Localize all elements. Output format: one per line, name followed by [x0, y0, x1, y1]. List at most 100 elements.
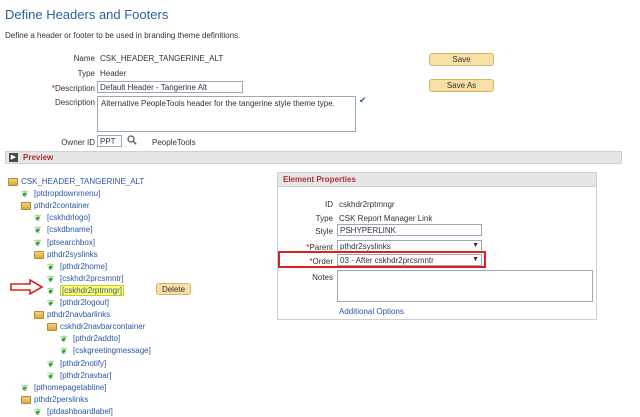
leaf-icon: ❦: [34, 224, 42, 235]
leaf-icon: ❦: [47, 261, 55, 272]
tree-item-label: [ptdashboardlabel]: [47, 407, 113, 416]
folder-open-icon: [47, 322, 57, 331]
folder-open-icon: [21, 201, 31, 210]
tree-item[interactable]: ❦ [pthomepagetabline]: [21, 383, 107, 392]
ep-parent-value: pthdr2syslinks: [340, 242, 391, 251]
tree-item[interactable]: ❦ [cskhdr2prcsmntr]: [47, 274, 124, 283]
description-label: *Description: [51, 84, 95, 93]
delete-button[interactable]: Delete: [156, 283, 191, 295]
tree-item-label: [pthdr2addto]: [73, 334, 121, 343]
ep-order-label-text: Order: [312, 257, 333, 266]
tree-item-label: [ptdropdownmenu]: [34, 189, 101, 198]
description-input[interactable]: Default Header - Tangerine Alt: [97, 81, 243, 93]
tree-item[interactable]: pthdr2syslinks: [34, 250, 98, 259]
tree-item-label: [pthdr2home]: [60, 262, 108, 271]
preview-toggle-icon[interactable]: ▶: [9, 153, 18, 162]
name-value: CSK_HEADER_TANGERINE_ALT: [100, 54, 224, 63]
leaf-icon: ❦: [34, 237, 42, 248]
tree-item[interactable]: cskhdr2navbarcontainer: [47, 322, 145, 331]
tree-item-label: [cskgreetingmessage]: [73, 346, 151, 355]
preview-section-header[interactable]: ▶ Preview: [5, 151, 622, 164]
long-description-textarea[interactable]: Alternative PeopleTools header for the t…: [97, 96, 356, 132]
tree-item[interactable]: ❦ [ptdropdownmenu]: [21, 189, 100, 198]
leaf-icon: ❦: [47, 297, 55, 308]
tree-item[interactable]: ❦ [cskhdrlogo]: [34, 213, 90, 222]
folder-open-icon: [34, 310, 44, 319]
type-label: Type: [77, 69, 95, 78]
tree-item[interactable]: ❦ [pthdr2home]: [47, 262, 107, 271]
tree-item-label: [pthomepagetabline]: [34, 383, 107, 392]
leaf-icon: ❦: [60, 345, 68, 356]
leaf-icon: ❦: [60, 333, 68, 344]
ep-notes-label: Notes: [312, 273, 333, 282]
page-title: Define Headers and Footers: [5, 7, 169, 22]
tree-item[interactable]: ❦ [cskhdr2rptmngr]: [47, 285, 125, 296]
tree-item-label: [pthdr2navbar]: [60, 371, 112, 380]
element-properties-title: Element Properties: [283, 175, 356, 184]
tree-item[interactable]: ❦ [cskdbname]: [34, 225, 92, 234]
ep-type-label: Type: [315, 214, 333, 223]
tree-item-label: cskhdr2navbarcontainer: [60, 322, 146, 331]
folder-open-icon: [21, 395, 31, 404]
leaf-icon: ❦: [47, 358, 55, 369]
owner-input[interactable]: PPT: [97, 135, 122, 147]
ep-style-input[interactable]: PSHYPERLINK: [337, 224, 482, 236]
ep-type-value: CSK Report Manager Link: [339, 214, 433, 223]
tree-item-label: [cskhdr2rptmngr]: [60, 285, 125, 296]
tree-item[interactable]: ❦ [pthdr2notify]: [47, 359, 106, 368]
owner-label: Owner ID: [61, 138, 95, 147]
tree-item[interactable]: ❦ [pthdr2addto]: [60, 334, 120, 343]
chevron-down-icon: ▼: [472, 242, 479, 249]
spellcheck-icon[interactable]: ✔: [359, 95, 367, 106]
ep-notes-textarea[interactable]: [337, 270, 593, 302]
tree-item-label: [cskhdr2prcsmntr]: [60, 274, 124, 283]
owner-description: PeopleTools: [152, 138, 196, 147]
tree-item-label: [pthdr2logout]: [60, 298, 109, 307]
tree-item-label: pthdr2navbarlinks: [47, 310, 111, 319]
save-button[interactable]: Save: [429, 53, 494, 66]
leaf-icon: ❦: [21, 188, 29, 199]
red-arrow-icon: [10, 278, 44, 296]
tree-item[interactable]: ❦ [pthdr2navbar]: [47, 371, 112, 380]
ep-order-value: 03 - After cskhdr2prcsmntr: [340, 256, 434, 265]
tree-item-label: [pthdr2notify]: [60, 359, 107, 368]
leaf-icon: ❦: [21, 382, 29, 393]
type-value: Header: [100, 69, 127, 78]
tree-item[interactable]: pthdr2navbarlinks: [34, 310, 110, 319]
tree-item-label: [cskdbname]: [47, 225, 93, 234]
description-label-text: Description: [54, 84, 95, 93]
additional-options-link[interactable]: Additional Options: [339, 307, 404, 316]
tree-item-label: pthdr2syslinks: [47, 250, 98, 259]
folder-open-icon: [34, 250, 44, 259]
leaf-icon: ❦: [47, 370, 55, 381]
tree-item[interactable]: ❦ [pthdr2logout]: [47, 298, 109, 307]
ep-id-label: ID: [325, 200, 333, 209]
chevron-down-icon: ▼: [472, 256, 479, 263]
lookup-icon[interactable]: [127, 135, 137, 145]
page-subtitle: Define a header or footer to be used in …: [5, 31, 241, 40]
ep-order-label: *Order: [309, 257, 333, 266]
folder-open-icon: [8, 177, 18, 186]
tree-root[interactable]: CSK_HEADER_TANGERINE_ALT: [8, 177, 144, 186]
tree-item-label: pthdr2perslinks: [34, 395, 89, 404]
tree-item-label: [ptsearchbox]: [47, 238, 96, 247]
tree-item[interactable]: pthdr2container: [21, 201, 90, 210]
element-properties-header: Element Properties: [278, 173, 596, 187]
tree-item-label: pthdr2container: [34, 201, 90, 210]
long-description-label: Description: [54, 98, 95, 107]
tree-item[interactable]: ❦ [ptsearchbox]: [34, 238, 95, 247]
leaf-icon: ❦: [47, 285, 55, 296]
tree-item-label: [cskhdrlogo]: [47, 213, 91, 222]
preview-label: Preview: [23, 153, 54, 162]
leaf-icon: ❦: [47, 273, 55, 284]
tree-item[interactable]: ❦ [ptdashboardlabel]: [34, 407, 113, 416]
tree-item[interactable]: pthdr2perslinks: [21, 395, 88, 404]
name-label: Name: [73, 54, 95, 63]
leaf-icon: ❦: [34, 212, 42, 223]
ep-order-select[interactable]: 03 - After cskhdr2prcsmntr ▼: [337, 254, 482, 266]
leaf-icon: ❦: [34, 406, 42, 417]
tree-root-label: CSK_HEADER_TANGERINE_ALT: [21, 177, 145, 186]
save-as-button[interactable]: Save As: [429, 79, 494, 92]
tree-item[interactable]: ❦ [cskgreetingmessage]: [60, 346, 151, 355]
ep-id-value: cskhdr2rptmngr: [339, 200, 395, 209]
